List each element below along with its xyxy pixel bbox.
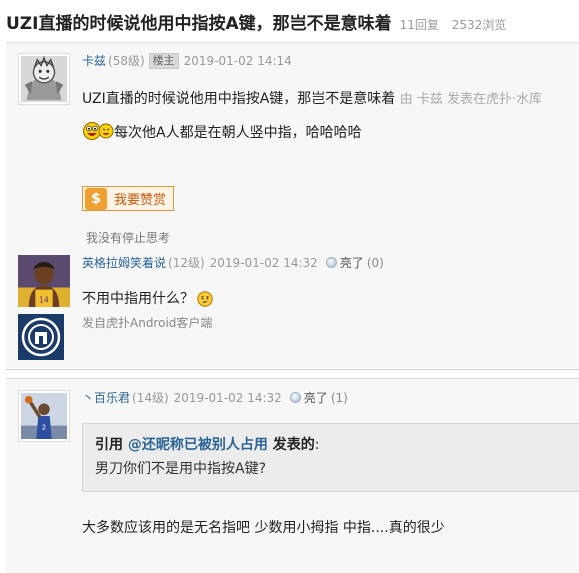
coin-icon: $ [85,187,107,210]
post-body-text: 每次他A人都是在朝人竖中指，哈哈哈哈 [114,125,362,141]
avatar-icon: 14 [18,255,70,307]
light-button[interactable]: 亮了 [340,254,364,271]
op-badge: 楼主 [148,52,179,69]
quote-header: 引用 @还昵称已被别人占用 发表的: [95,434,579,454]
author-level: (14级) [132,391,169,405]
post-time: 2019-01-02 14:14 [183,53,292,68]
light-count: (0) [366,255,384,270]
post-reply: 2 丶百乐君 (14级) 2019-01-02 14:32 亮了 (1) 引用 … [6,378,579,573]
author-level: (12级) [168,256,205,270]
post-title-text: UZI直播的时候说他用中指按A键，那岂不是意味着 [82,91,396,107]
post-divider [6,369,579,370]
post-body: 大多数应该用的是无名指吧 少数用小拇指 中指....真的很少 [82,517,445,537]
post-author-line: 英格拉姆笑着说 (12级) 2019-01-02 14:32 亮了 (0) [82,254,384,271]
client-source-text: 发自虎扑Android客户端 [82,316,213,330]
avatar[interactable] [18,53,70,105]
author-name-link[interactable]: 卡兹 [82,52,106,69]
grinning-emoji-icon [83,122,114,140]
post-body-text: 大多数应该用的是无名指吧 少数用小拇指 中指....真的很少 [82,520,445,536]
user-signature: 我没有停止思考 [86,231,171,245]
quote-colon: : [314,437,320,453]
svg-text:2: 2 [42,423,46,431]
post-body: 每次他A人都是在朝人竖中指，哈哈哈哈 [82,121,362,142]
post-body-text: 不用中指用什么？ [82,291,194,307]
avatar-icon [21,55,67,102]
svg-text:14: 14 [39,296,49,305]
post-author-line: 丶百乐君 (14级) 2019-01-02 14:32 亮了 (1) [82,389,348,406]
author-name-link[interactable]: 英格拉姆笑着说 [82,254,166,271]
light-bulb-icon[interactable] [325,257,337,268]
reward-button[interactable]: $ 我要赞赏 [82,186,174,211]
quote-text: 男刀你们不是用中指按A键? [95,461,267,477]
quote-suffix: 发表的 [272,437,315,453]
thread-meta: 11回复 2532浏览 [400,16,507,33]
post-title-line: UZI直播的时候说他用中指按A键，那岂不是意味着 由 卡兹 发表在虎扑·水库 [82,88,542,108]
thread-header: UZI直播的时候说他用中指按A键，那岂不是意味着 11回复 2532浏览 [0,0,579,38]
quote-user-link[interactable]: @还昵称已被别人占用 [128,437,268,453]
post-time: 2019-01-02 14:32 [209,255,318,270]
thread-title: UZI直播的时候说他用中指按A键，那岂不是意味着 [6,14,392,34]
light-button[interactable]: 亮了 [304,389,328,406]
post-author-line: 卡兹 (58级) 楼主 2019-01-02 14:14 [82,52,292,69]
post-op: 卡兹 (58级) 楼主 2019-01-02 14:14 UZI直播的时候说他用… [6,42,579,250]
author-name-link[interactable]: 丶百乐君 [82,389,130,406]
reward-label: 我要赞赏 [114,193,167,208]
post-body: 不用中指用什么？ [82,288,213,308]
avatar[interactable]: 14 [18,255,70,307]
quote-block: 引用 @还昵称已被别人占用 发表的: 男刀你们不是用中指按A键? [82,423,579,492]
reply-count: 11回复 [399,18,439,32]
post-source-text: 由 卡兹 发表在虎扑·水库 [399,92,543,107]
avatar[interactable]: 2 [18,390,70,442]
quote-prefix: 引用 [95,437,123,453]
light-bulb-icon[interactable] [289,392,301,403]
light-count: (1) [330,390,348,405]
post-reply: 14 英格拉姆笑着说 (12级) 2019-01-02 14:32 亮了 (0)… [6,250,579,368]
view-count: 2532浏览 [451,18,507,32]
avatar-icon: 2 [21,393,67,439]
hupu-app-icon [18,314,64,360]
post-time: 2019-01-02 14:32 [173,390,282,405]
author-level: (58级) [108,54,145,68]
thinking-emoji-icon [197,291,213,307]
